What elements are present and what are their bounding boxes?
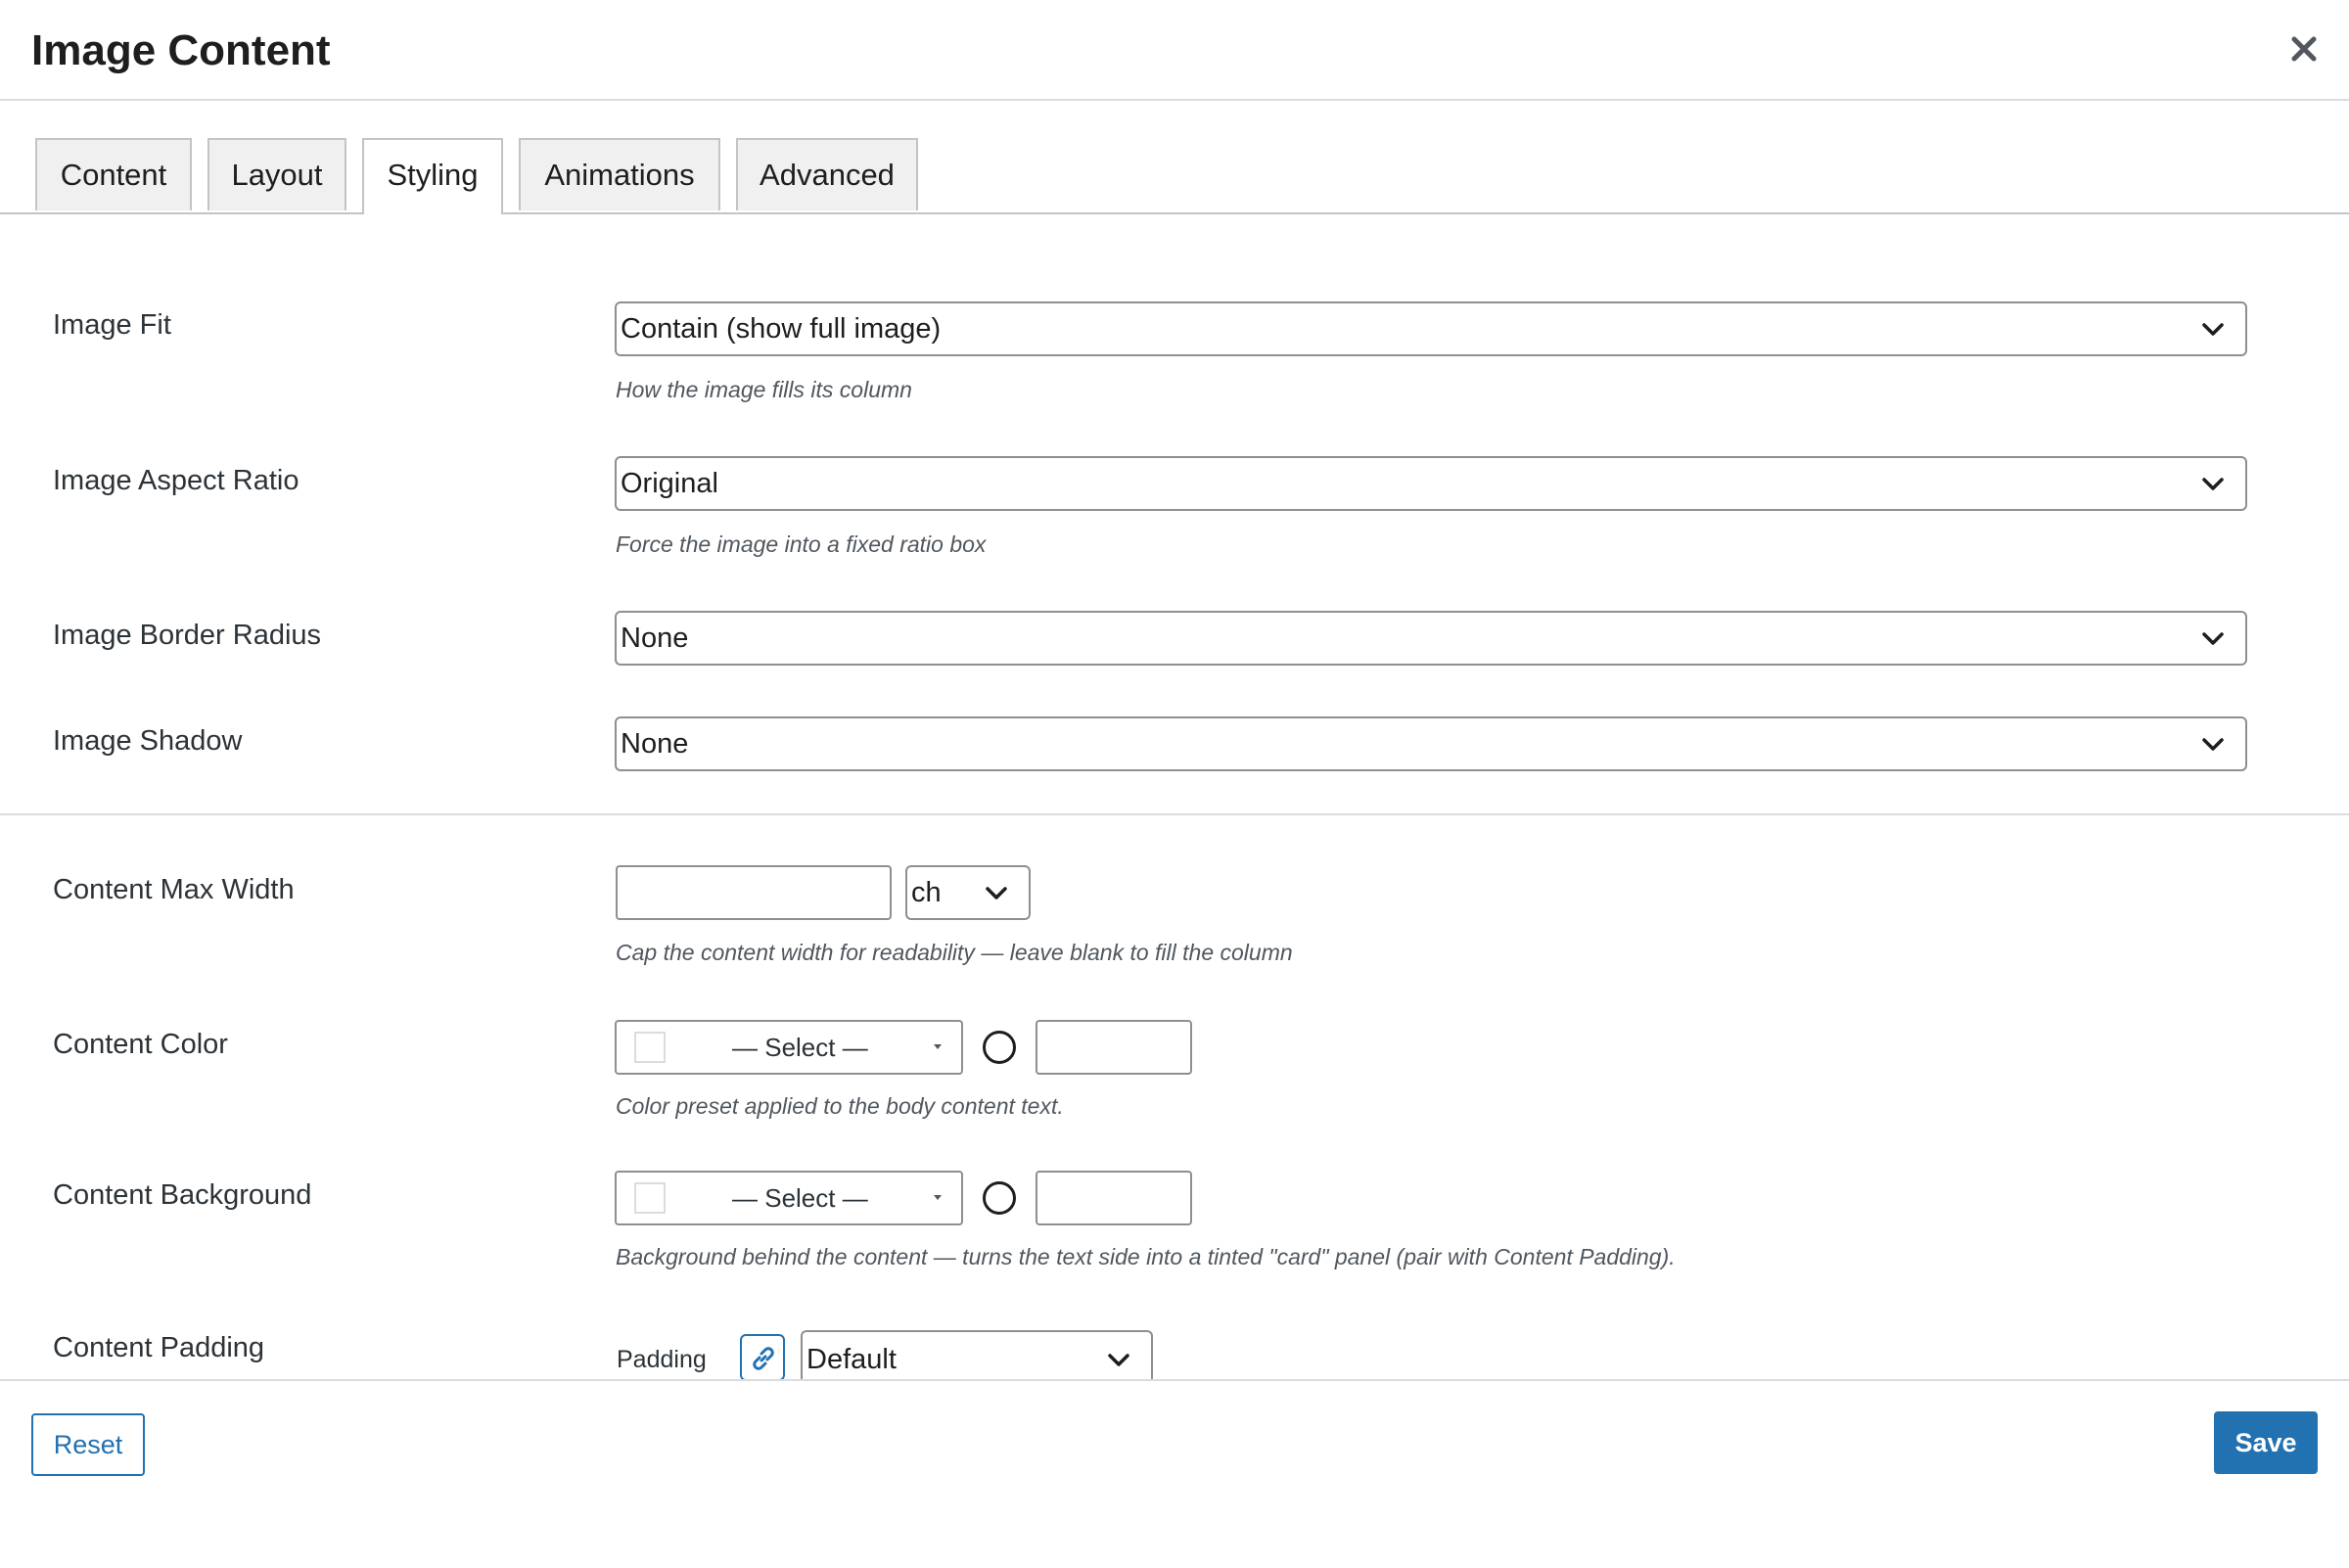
image-aspect-ratio-label: Image Aspect Ratio — [53, 465, 299, 496]
content-max-width-label: Content Max Width — [53, 874, 295, 905]
tab-bar: Content Layout Styling Animations Advanc… — [0, 99, 2349, 214]
content-background-value: — Select — — [732, 1183, 868, 1213]
padding-sub-label: Padding — [617, 1346, 707, 1373]
content-max-width-help: Cap the content width for readability — … — [616, 940, 1293, 965]
chevron-down-icon — [2202, 632, 2224, 645]
section-divider — [0, 813, 2349, 815]
modal-header: Image Content — [0, 0, 2349, 101]
settings-panel: Image Fit Contain (show full image) How … — [0, 214, 2349, 1379]
tab-content[interactable]: Content — [35, 138, 192, 210]
image-fit-value: Contain (show full image) — [621, 313, 942, 345]
chevron-down-icon — [2202, 323, 2224, 336]
tab-layout[interactable]: Layout — [207, 138, 346, 210]
image-shadow-value: None — [621, 728, 689, 760]
content-padding-value: Default — [806, 1344, 897, 1375]
tab-styling[interactable]: Styling — [362, 138, 503, 214]
modal-title: Image Content — [31, 26, 331, 74]
content-color-help: Color preset applied to the body content… — [616, 1093, 1064, 1119]
close-button[interactable] — [2284, 29, 2324, 69]
color-swatch — [634, 1182, 666, 1214]
content-background-help: Background behind the content — turns th… — [616, 1244, 1676, 1269]
content-padding-select[interactable]: Default — [801, 1330, 1153, 1379]
content-max-width-input[interactable] — [616, 865, 892, 920]
reset-button[interactable]: Reset — [31, 1413, 145, 1476]
caret-down-icon — [934, 1044, 942, 1049]
image-aspect-ratio-help: Force the image into a fixed ratio box — [616, 531, 987, 557]
chevron-down-icon — [1108, 1354, 1129, 1366]
modal-dialog: Image Content Content Layout Styling Ani… — [0, 0, 2349, 1568]
content-max-width-unit-value: ch — [911, 877, 942, 908]
content-max-width-unit-select[interactable]: ch — [905, 865, 1031, 920]
image-shadow-label: Image Shadow — [53, 725, 243, 757]
content-color-custom-radio[interactable] — [983, 1031, 1016, 1064]
content-background-custom-input[interactable] — [1036, 1171, 1192, 1225]
image-aspect-ratio-select[interactable]: Original — [615, 456, 2247, 511]
content-background-label: Content Background — [53, 1179, 312, 1211]
modal-footer: Reset Save — [0, 1379, 2349, 1568]
image-shadow-select[interactable]: None — [615, 716, 2247, 771]
image-aspect-ratio-value: Original — [621, 468, 718, 499]
content-color-select[interactable]: — Select — — [615, 1020, 963, 1075]
content-background-select[interactable]: — Select — — [615, 1171, 963, 1225]
image-fit-select[interactable]: Contain (show full image) — [615, 301, 2247, 356]
image-fit-help: How the image fills its column — [616, 377, 912, 402]
image-fit-label: Image Fit — [53, 309, 171, 341]
content-color-value: — Select — — [732, 1033, 868, 1062]
image-border-radius-value: None — [621, 623, 689, 654]
content-color-custom-input[interactable] — [1036, 1020, 1192, 1075]
color-swatch — [634, 1032, 666, 1063]
image-border-radius-select[interactable]: None — [615, 611, 2247, 666]
link-values-button[interactable] — [740, 1334, 785, 1379]
tab-advanced[interactable]: Advanced — [736, 138, 918, 210]
link-icon — [753, 1347, 774, 1370]
content-color-label: Content Color — [53, 1029, 228, 1060]
image-border-radius-label: Image Border Radius — [53, 620, 322, 651]
content-background-custom-radio[interactable] — [983, 1181, 1016, 1215]
close-icon — [2291, 36, 2317, 62]
save-button[interactable]: Save — [2214, 1411, 2318, 1474]
chevron-down-icon — [986, 887, 1007, 899]
tab-animations[interactable]: Animations — [519, 138, 720, 210]
content-padding-label: Content Padding — [53, 1332, 265, 1363]
chevron-down-icon — [2202, 478, 2224, 490]
caret-down-icon — [934, 1195, 942, 1200]
chevron-down-icon — [2202, 738, 2224, 751]
